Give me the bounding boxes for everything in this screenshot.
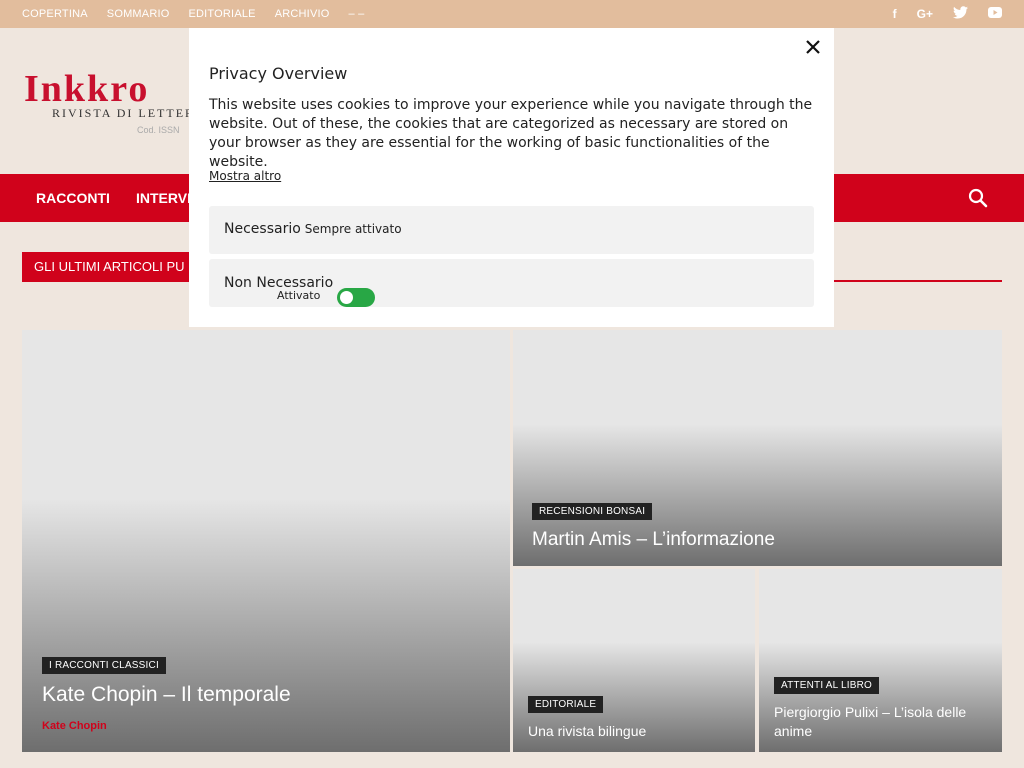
show-more-link[interactable]: Mostra altro [209, 169, 281, 183]
toggle-state-label: Attivato [277, 289, 321, 302]
featured-tile-2[interactable]: RECENSIONI BONSAI Martin Amis – L’inform… [513, 330, 1002, 566]
toggle-knob [340, 291, 353, 304]
non-necessary-toggle[interactable] [337, 288, 375, 307]
tile-category[interactable]: RECENSIONI BONSAI [532, 503, 653, 520]
nav-item-racconti[interactable]: RACCONTI [36, 174, 110, 222]
youtube-icon[interactable] [988, 7, 1002, 21]
featured-tile-4[interactable]: ATTENTI AL LIBRO Piergiorgio Pulixi – L’… [759, 569, 1002, 752]
tile-title[interactable]: Una rivista bilingue [528, 723, 646, 739]
featured-tile-3[interactable]: EDITORIALE Una rivista bilingue [513, 569, 755, 752]
tile-title[interactable]: Kate Chopin – Il temporale [42, 683, 291, 707]
top-menu: COPERTINA SOMMARIO EDITORIALE ARCHIVIO –… [22, 0, 383, 28]
top-menu-archivio[interactable]: ARCHIVIO [275, 8, 330, 20]
top-menu-copertina[interactable]: COPERTINA [22, 8, 88, 20]
site-logo[interactable]: Inkkro RIVISTA DI LETTERA Cod. ISSN [24, 68, 206, 135]
tile-title[interactable]: Piergiorgio Pulixi – L’isola delle anime [774, 703, 989, 741]
tile-category[interactable]: EDITORIALE [528, 696, 604, 713]
top-menu-more[interactable]: – – [349, 8, 365, 20]
section-title: GLI ULTIMI ARTICOLI PU [22, 252, 197, 282]
twitter-icon[interactable] [953, 6, 968, 22]
logo-text: Inkkro [24, 68, 150, 110]
tile-category[interactable]: ATTENTI AL LIBRO [774, 677, 879, 694]
featured-tile-main[interactable]: I RACCONTI CLASSICI Kate Chopin – Il tem… [22, 330, 510, 752]
search-icon[interactable] [968, 188, 988, 208]
top-bar: COPERTINA SOMMARIO EDITORIALE ARCHIVIO –… [0, 0, 1024, 28]
modal-description: This website uses cookies to improve you… [209, 97, 813, 170]
always-enabled-badge: Sempre attivato [304, 222, 402, 236]
close-icon[interactable] [804, 38, 822, 56]
facebook-icon[interactable]: f [893, 7, 897, 21]
necessary-label: Necessario Sempre attivato [224, 221, 402, 237]
tile-author[interactable]: Kate Chopin [42, 720, 107, 732]
logo-subtitle: RIVISTA DI LETTERA [52, 106, 206, 120]
tile-category[interactable]: I RACCONTI CLASSICI [42, 657, 166, 674]
cookie-category-non-necessary[interactable]: Non Necessario Attivato [209, 259, 814, 307]
google-plus-icon[interactable]: G+ [917, 7, 933, 21]
social-links: f G+ [893, 0, 1002, 28]
necessary-title: Necessario [224, 221, 301, 237]
top-menu-editoriale[interactable]: EDITORIALE [189, 8, 256, 20]
modal-title: Privacy Overview [209, 64, 348, 83]
privacy-modal: Privacy Overview This website uses cooki… [189, 28, 834, 327]
tile-title[interactable]: Martin Amis – L’informazione [532, 529, 775, 551]
cookie-category-necessary[interactable]: Necessario Sempre attivato [209, 206, 814, 254]
nav-item-interviste[interactable]: INTERVI [136, 174, 191, 222]
top-menu-sommario[interactable]: SOMMARIO [107, 8, 170, 20]
